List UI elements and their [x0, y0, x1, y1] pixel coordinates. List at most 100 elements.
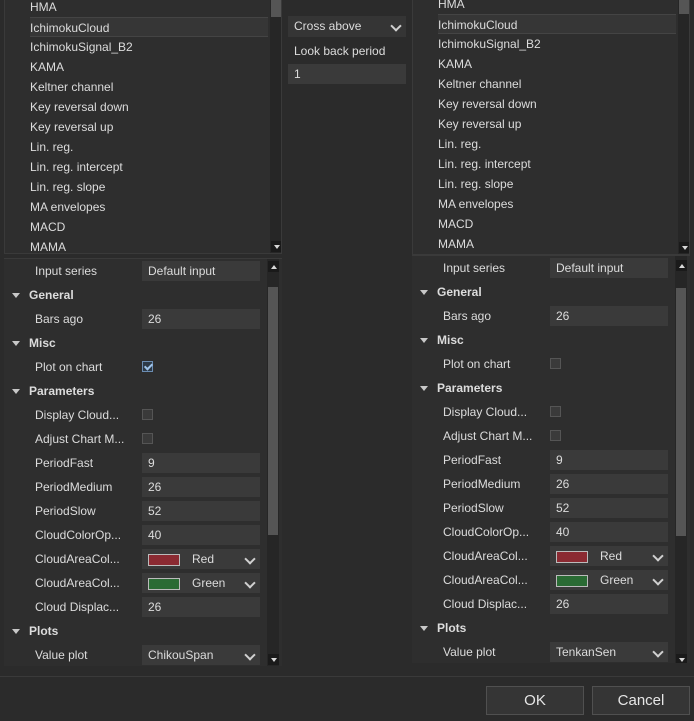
collapse-caret-icon[interactable] — [12, 293, 20, 298]
parameters-category[interactable]: Parameters — [4, 379, 266, 403]
indicator-list-item[interactable]: Key reversal up — [438, 114, 676, 134]
general-category[interactable]: General — [4, 283, 266, 307]
indicator-list-item[interactable]: IchimokuCloud — [438, 14, 676, 34]
cloud-opacity-input[interactable]: 40 — [550, 522, 668, 542]
left-grid-scrollbar[interactable] — [267, 259, 279, 666]
cloud-displacement-row[interactable]: Cloud Displac... 26 — [4, 595, 266, 619]
adjust-chart-checkbox[interactable] — [142, 433, 153, 444]
collapse-caret-icon[interactable] — [420, 626, 428, 631]
indicator-list-item[interactable]: MACD — [30, 217, 268, 237]
period-fast-row[interactable]: PeriodFast 9 — [412, 448, 674, 472]
period-slow-input[interactable]: 52 — [550, 498, 668, 518]
indicator-list-item[interactable]: MAMA — [438, 234, 676, 254]
value-plot-select[interactable]: ChikouSpan — [142, 645, 260, 665]
indicator-list-item[interactable]: KAMA — [30, 57, 268, 77]
indicator-list-item[interactable]: HMA — [30, 0, 268, 17]
cloud-opacity-input[interactable]: 40 — [142, 525, 260, 545]
input-series-row[interactable]: Input series Default input — [412, 256, 674, 280]
period-slow-row[interactable]: PeriodSlow 52 — [4, 499, 266, 523]
input-series-field[interactable]: Default input — [142, 261, 260, 281]
period-slow-row[interactable]: PeriodSlow 52 — [412, 496, 674, 520]
ok-button[interactable]: OK — [486, 686, 584, 715]
parameters-category[interactable]: Parameters — [412, 376, 674, 400]
bars-ago-row[interactable]: Bars ago 26 — [4, 307, 266, 331]
indicator-list-item[interactable]: Keltner channel — [438, 74, 676, 94]
right-grid-scrollbar[interactable] — [675, 256, 687, 663]
cloud-area-color-2-row[interactable]: CloudAreaCol... Green — [412, 568, 674, 592]
bars-ago-input[interactable]: 26 — [550, 306, 668, 326]
cloud-area-color-1-row[interactable]: CloudAreaCol... Red — [412, 544, 674, 568]
display-cloud-checkbox[interactable] — [550, 406, 561, 417]
left-grid-scroll-thumb[interactable] — [268, 287, 278, 535]
display-cloud-row[interactable]: Display Cloud... — [412, 400, 674, 424]
cloud-area-color-1-select[interactable]: Red — [142, 549, 260, 569]
cloud-displacement-input[interactable]: 26 — [142, 597, 260, 617]
cloud-displacement-row[interactable]: Cloud Displac... 26 — [412, 592, 674, 616]
indicator-list-item[interactable]: MACD — [438, 214, 676, 234]
plots-category[interactable]: Plots — [412, 616, 674, 640]
plot-on-chart-checkbox[interactable] — [142, 361, 153, 372]
right-list-scroll-thumb[interactable] — [679, 0, 689, 14]
left-list-scrollbar[interactable] — [270, 0, 281, 253]
display-cloud-row[interactable]: Display Cloud... — [4, 403, 266, 427]
plot-on-chart-row[interactable]: Plot on chart — [4, 355, 266, 379]
collapse-caret-icon[interactable] — [420, 290, 428, 295]
indicator-list-item[interactable]: Key reversal down — [438, 94, 676, 114]
left-grid-scroll-up-button[interactable] — [268, 261, 279, 272]
period-medium-row[interactable]: PeriodMedium 26 — [4, 475, 266, 499]
cloud-area-color-1-select[interactable]: Red — [550, 546, 668, 566]
indicator-list-item[interactable]: MAMA — [30, 237, 268, 253]
indicator-list-item[interactable]: MA envelopes — [30, 197, 268, 217]
indicator-list-item[interactable]: Keltner channel — [30, 77, 268, 97]
collapse-caret-icon[interactable] — [12, 629, 20, 634]
collapse-caret-icon[interactable] — [12, 341, 20, 346]
cloud-area-color-2-row[interactable]: CloudAreaCol... Green — [4, 571, 266, 595]
indicator-list-item[interactable]: Lin. reg. slope — [438, 174, 676, 194]
cancel-button[interactable]: Cancel — [592, 686, 690, 715]
indicator-list-item[interactable]: MA envelopes — [438, 194, 676, 214]
right-indicator-list[interactable]: HMA IchimokuCloud IchimokuSignal_B2 KAMA Kel… — [412, 0, 690, 255]
adjust-chart-row[interactable]: Adjust Chart M... — [4, 427, 266, 451]
collapse-caret-icon[interactable] — [420, 386, 428, 391]
collapse-caret-icon[interactable] — [420, 338, 428, 343]
lookback-input[interactable]: 1 — [288, 64, 406, 84]
cloud-area-color-1-row[interactable]: CloudAreaCol... Red — [4, 547, 266, 571]
indicator-list-item[interactable]: KAMA — [438, 54, 676, 74]
plots-category[interactable]: Plots — [4, 619, 266, 643]
bars-ago-input[interactable]: 26 — [142, 309, 260, 329]
indicator-list-item[interactable]: Lin. reg. — [30, 137, 268, 157]
left-list-scroll-thumb[interactable] — [271, 0, 281, 17]
right-list-scroll-down-button[interactable] — [679, 242, 689, 253]
value-plot-row[interactable]: Value plot ChikouSpan — [4, 643, 266, 666]
indicator-list-item[interactable]: Lin. reg. slope — [30, 177, 268, 197]
indicator-list-item[interactable]: HMA — [438, 0, 676, 14]
period-medium-input[interactable]: 26 — [550, 474, 668, 494]
indicator-list-item[interactable]: Lin. reg. intercept — [438, 154, 676, 174]
period-medium-input[interactable]: 26 — [142, 477, 260, 497]
indicator-list-item[interactable]: IchimokuCloud — [30, 17, 268, 37]
indicator-list-item[interactable]: IchimokuSignal_B2 — [438, 34, 676, 54]
input-series-field[interactable]: Default input — [550, 258, 668, 278]
cloud-opacity-row[interactable]: CloudColorOp... 40 — [4, 523, 266, 547]
cloud-opacity-row[interactable]: CloudColorOp... 40 — [412, 520, 674, 544]
general-category[interactable]: General — [412, 280, 674, 304]
value-plot-row[interactable]: Value plot TenkanSen — [412, 640, 674, 663]
left-grid-scroll-down-button[interactable] — [268, 654, 279, 665]
left-indicator-list[interactable]: HMA IchimokuCloud IchimokuSignal_B2 KAMA Kel… — [4, 0, 282, 254]
indicator-list-item[interactable]: Key reversal up — [30, 117, 268, 137]
cloud-area-color-2-select[interactable]: Green — [142, 573, 260, 593]
bars-ago-row[interactable]: Bars ago 26 — [412, 304, 674, 328]
indicator-list-item[interactable]: Lin. reg. intercept — [30, 157, 268, 177]
period-slow-input[interactable]: 52 — [142, 501, 260, 521]
period-fast-input[interactable]: 9 — [142, 453, 260, 473]
collapse-caret-icon[interactable] — [12, 389, 20, 394]
adjust-chart-checkbox[interactable] — [550, 430, 561, 441]
display-cloud-checkbox[interactable] — [142, 409, 153, 420]
cloud-area-color-2-select[interactable]: Green — [550, 570, 668, 590]
value-plot-select[interactable]: TenkanSen — [550, 642, 668, 662]
indicator-list-item[interactable]: Lin. reg. — [438, 134, 676, 154]
right-grid-scroll-thumb[interactable] — [676, 288, 686, 536]
period-fast-row[interactable]: PeriodFast 9 — [4, 451, 266, 475]
adjust-chart-row[interactable]: Adjust Chart M... — [412, 424, 674, 448]
cloud-displacement-input[interactable]: 26 — [550, 594, 668, 614]
